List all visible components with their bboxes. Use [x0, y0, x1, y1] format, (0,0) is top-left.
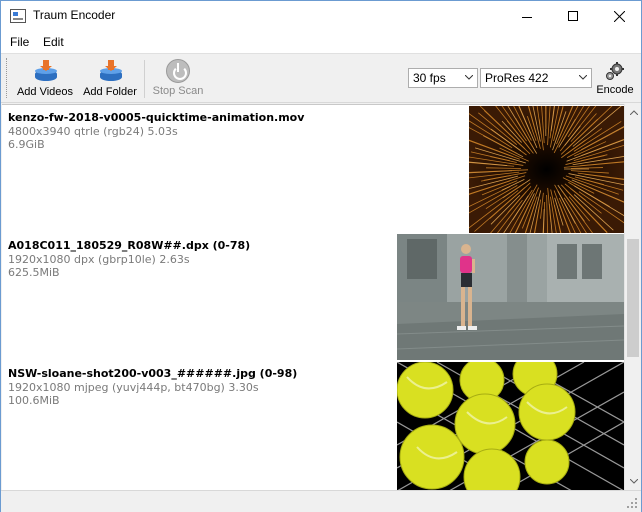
gears-icon	[606, 62, 624, 80]
codec-value: ProRes 422	[485, 71, 549, 85]
item-size: 100.6MiB	[8, 394, 60, 407]
title-bar[interactable]: Traum Encoder	[1, 1, 641, 31]
menu-file[interactable]: File	[10, 35, 29, 49]
video-list[interactable]: kenzo-fw-2018-v0005-quicktime-animation.…	[2, 104, 624, 490]
maximize-button[interactable]	[550, 1, 596, 31]
list-item[interactable]: NSW-sloane-shot200-v003_######.jpg (0-98…	[2, 361, 624, 490]
item-meta: 4800x3940 qtrle (rgb24) 5.03s	[8, 125, 178, 138]
power-icon	[166, 59, 190, 83]
menu-bar: File Edit	[1, 31, 641, 53]
resize-grip-icon[interactable]	[626, 497, 638, 509]
app-icon	[10, 9, 26, 23]
toolbar: Add Videos Add Folder Stop Scan 30 fps P…	[1, 53, 641, 103]
maximize-icon	[568, 11, 578, 21]
add-videos-button[interactable]: Add Videos	[15, 56, 75, 102]
fps-value: 30 fps	[413, 71, 446, 85]
add-videos-icon	[33, 60, 57, 84]
status-bar	[1, 490, 641, 512]
encode-button[interactable]: Encode	[593, 56, 637, 102]
window-title: Traum Encoder	[33, 8, 116, 22]
stop-scan-label: Stop Scan	[152, 85, 204, 97]
item-thumbnail	[469, 106, 624, 233]
item-thumbnail	[397, 234, 624, 360]
vertical-scrollbar[interactable]	[624, 104, 641, 490]
item-size: 625.5MiB	[8, 266, 60, 279]
chevron-down-icon	[629, 479, 638, 484]
item-meta: 1920x1080 mjpeg (yuvj444p, bt470bg) 3.30…	[8, 381, 259, 394]
app-window: Traum Encoder File Edit Add Videos Add F…	[0, 0, 642, 512]
toolbar-separator	[144, 60, 145, 98]
fps-select[interactable]: 30 fps	[408, 68, 478, 88]
scroll-thumb[interactable]	[627, 239, 639, 357]
close-button[interactable]	[596, 1, 642, 31]
add-folder-label: Add Folder	[83, 86, 137, 98]
list-item[interactable]: A018C011_180529_R08W##.dpx (0-78) 1920x1…	[2, 233, 624, 361]
item-title: NSW-sloane-shot200-v003_######.jpg (0-98…	[8, 367, 298, 380]
add-folder-button[interactable]: Add Folder	[81, 56, 139, 102]
item-title: A018C011_180529_R08W##.dpx (0-78)	[8, 239, 251, 252]
chevron-down-icon	[579, 75, 587, 80]
toolbar-grip[interactable]	[6, 58, 9, 98]
stop-scan-button[interactable]: Stop Scan	[149, 56, 207, 102]
chevron-down-icon	[465, 75, 473, 80]
menu-edit[interactable]: Edit	[43, 35, 64, 49]
minimize-icon	[522, 16, 532, 18]
scroll-up-button[interactable]	[625, 104, 642, 121]
encode-label: Encode	[596, 84, 634, 96]
scroll-down-button[interactable]	[625, 473, 642, 490]
list-item[interactable]: kenzo-fw-2018-v0005-quicktime-animation.…	[2, 105, 624, 233]
codec-select[interactable]: ProRes 422	[480, 68, 592, 88]
item-size: 6.9GiB	[8, 138, 45, 151]
item-title: kenzo-fw-2018-v0005-quicktime-animation.…	[8, 111, 305, 124]
item-thumbnail	[397, 362, 624, 490]
chevron-up-icon	[629, 110, 638, 115]
add-folder-icon	[98, 60, 122, 84]
close-icon	[613, 10, 625, 22]
minimize-button[interactable]	[504, 1, 550, 31]
item-meta: 1920x1080 dpx (gbrp10le) 2.63s	[8, 253, 190, 266]
add-videos-label: Add Videos	[16, 86, 74, 98]
